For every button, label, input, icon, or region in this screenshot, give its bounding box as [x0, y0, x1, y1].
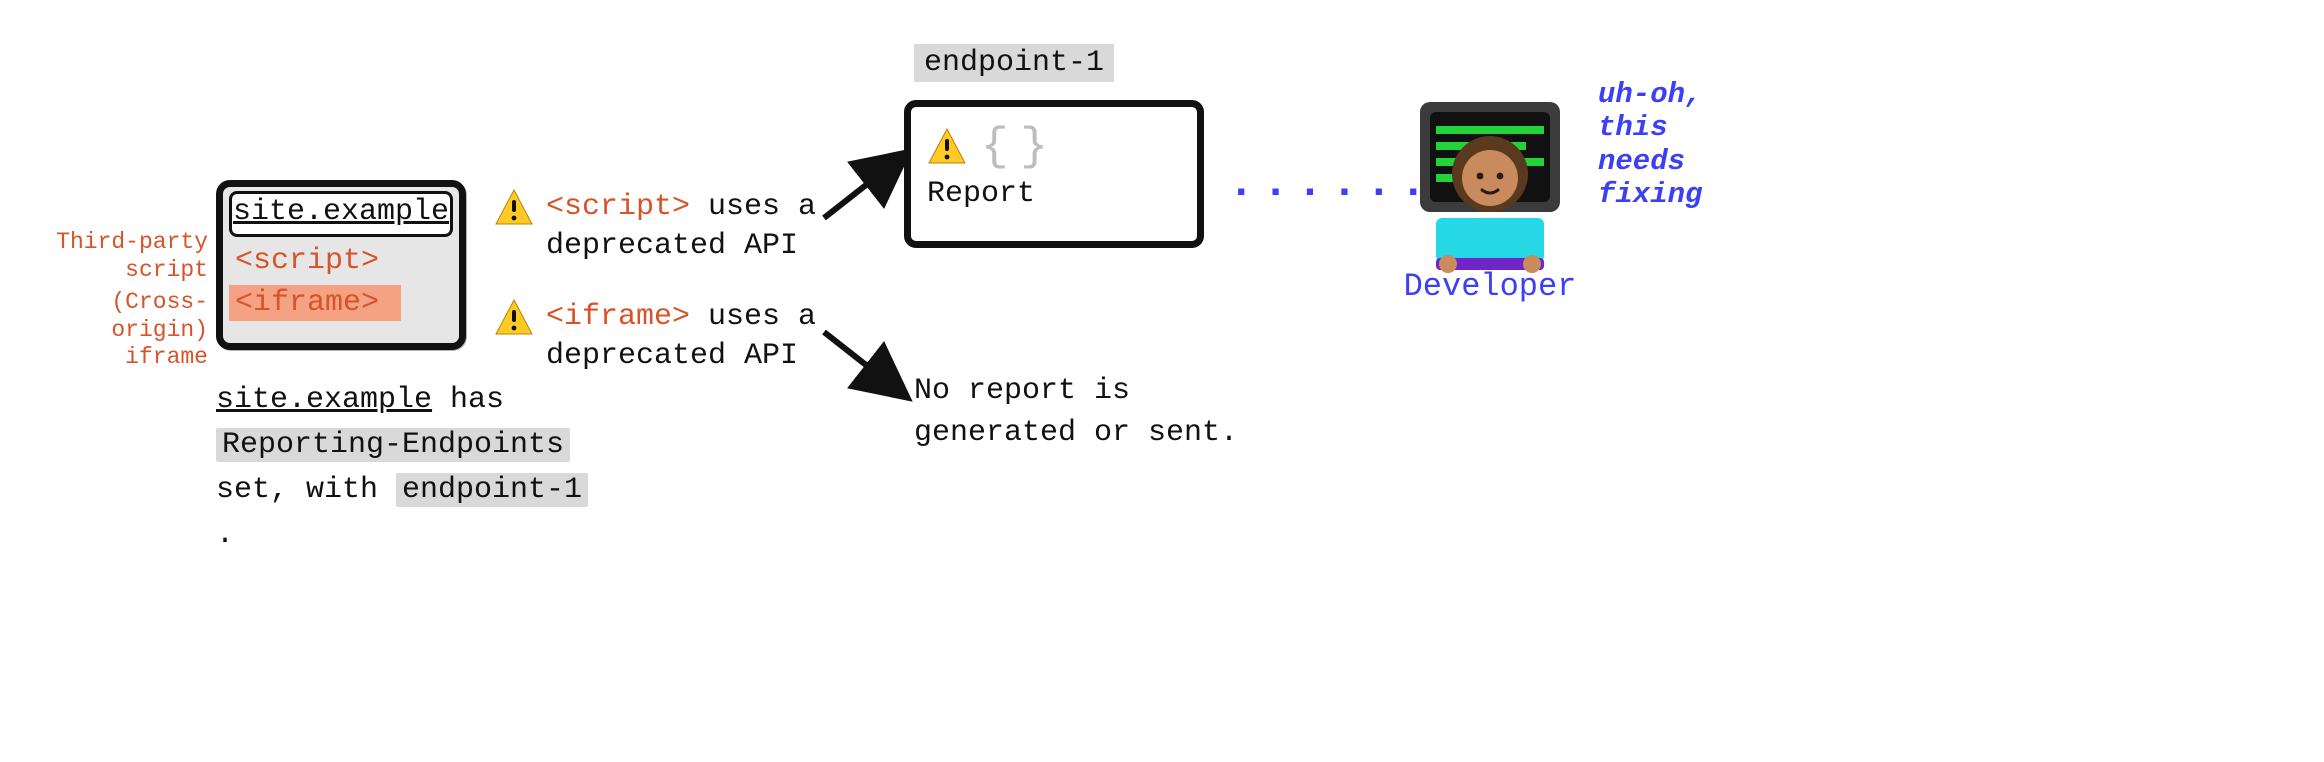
warning-icon: [494, 188, 534, 228]
reporting-endpoints-code: Reporting-Endpoints: [216, 428, 570, 462]
developer-illustration: [1400, 96, 1580, 276]
warning-iframe-text: <iframe> uses a deprecated API: [546, 298, 826, 376]
browser-window: site.example <script> <iframe>: [216, 180, 466, 350]
third-party-label: Third-party script: [28, 229, 208, 284]
browser-row-iframe: <iframe>: [229, 285, 401, 321]
site-caption: site.example has Reporting-Endpoints set…: [216, 378, 616, 558]
browser-row-script: <script>: [229, 243, 453, 279]
warning-icon: [927, 127, 967, 167]
braces-icon: { }: [981, 124, 1040, 170]
developer-thought: uh-oh, this needs fixing: [1598, 78, 1768, 211]
endpoint-box: { } Report: [904, 100, 1204, 248]
endpoint-code: endpoint-1: [396, 473, 588, 507]
no-report-text: No report is generated or sent.: [914, 370, 1274, 454]
address-bar-url: site.example: [233, 195, 449, 229]
developer-label: Developer: [1360, 268, 1620, 305]
address-bar: site.example: [229, 191, 453, 237]
arrow-to-noreport-icon: [820, 320, 920, 410]
site-name: site.example: [216, 383, 432, 417]
warning-script-text: <script> uses a deprecated API: [546, 188, 826, 266]
endpoint-name-badge: endpoint-1: [914, 44, 1114, 82]
report-label: Report: [927, 177, 1181, 211]
warning-script-tag: <script>: [546, 190, 690, 224]
warning-iframe-tag: <iframe>: [546, 300, 690, 334]
cross-origin-label: (Cross-origin) iframe: [28, 289, 208, 372]
warning-icon: [494, 298, 534, 338]
